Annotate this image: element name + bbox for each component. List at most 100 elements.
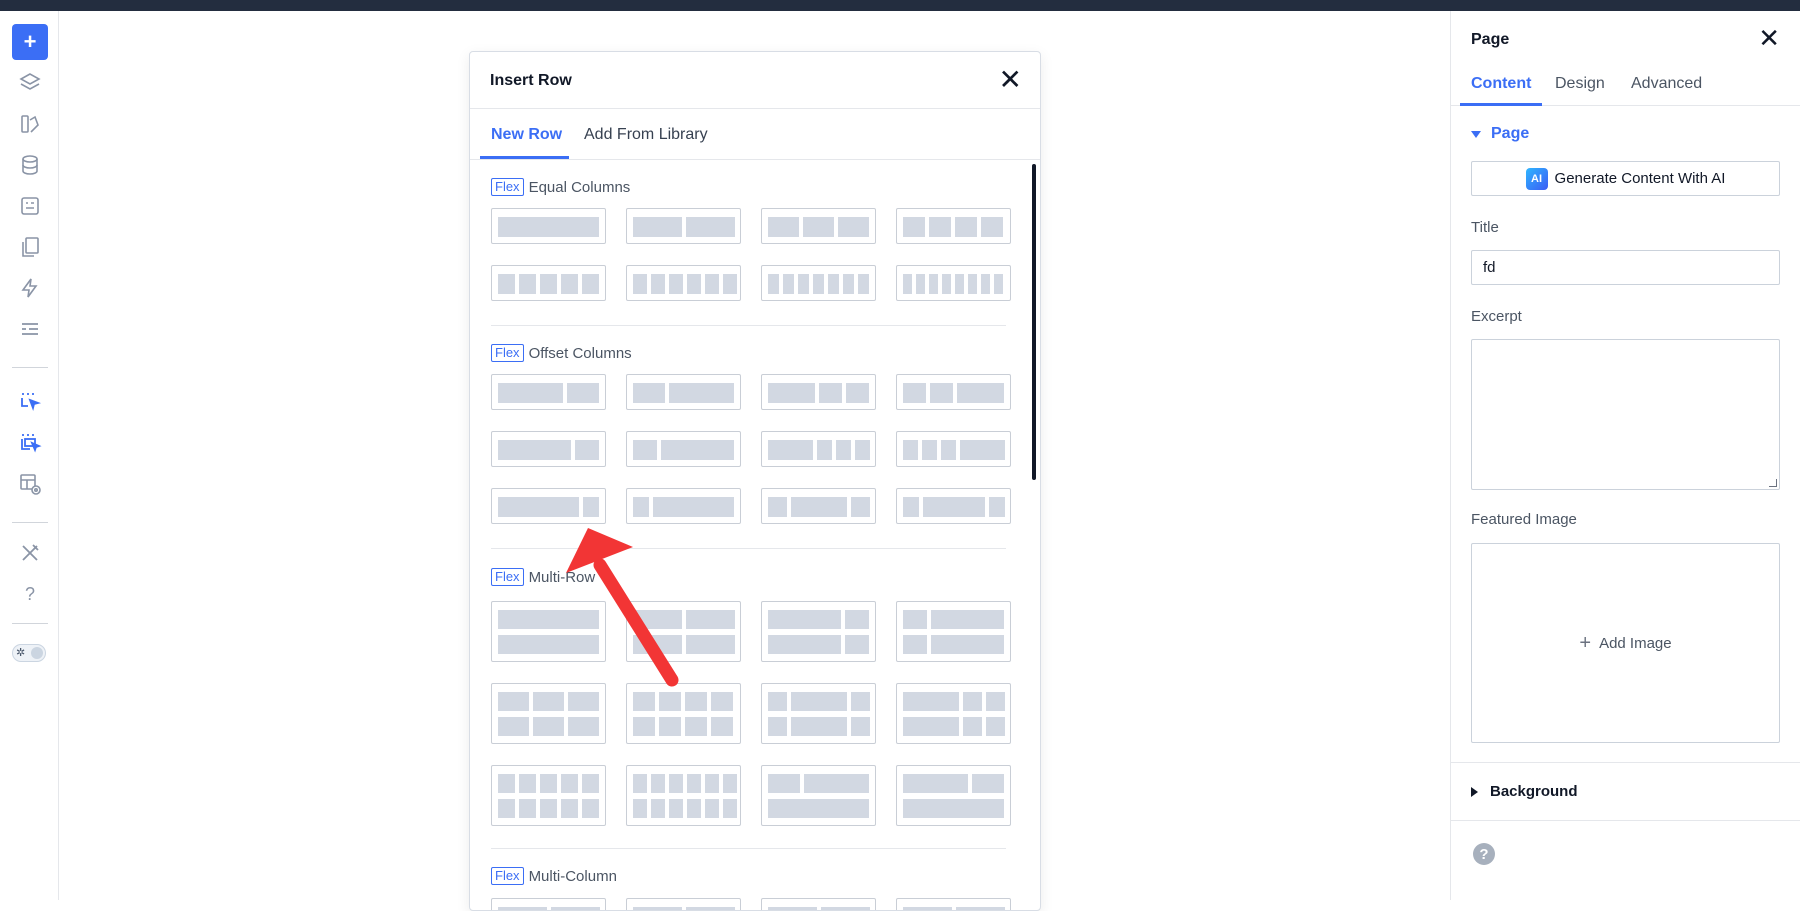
row-layout-option[interactable] [761,488,876,524]
row-layout-option[interactable] [896,601,1011,662]
column-placeholder [561,774,578,793]
column-placeholder [817,440,832,460]
tab-advanced[interactable]: Advanced [1631,75,1702,93]
column-placeholder [498,774,515,793]
column-placeholder [942,274,951,294]
resize-handle-icon[interactable] [1769,479,1777,487]
featured-image-label: Featured Image [1471,511,1577,528]
gear-icon: ✲ [16,647,26,659]
tab-new-row[interactable]: New Row [491,126,562,144]
flex-badge: Flex [491,568,524,586]
column-placeholder [687,799,701,818]
column-placeholder [582,799,599,818]
row-layout-option[interactable] [761,765,876,826]
row-layout-option[interactable] [626,265,741,301]
column-placeholder [768,635,841,654]
close-icon[interactable]: ✕ [1758,25,1780,51]
row-layout-option[interactable] [761,683,876,744]
panel-title: Page [1471,31,1510,48]
row-layout-option[interactable] [896,488,1011,524]
column-placeholder [955,217,977,237]
title-input[interactable] [1471,250,1780,285]
tab-add-from-library[interactable]: Add From Library [584,126,708,144]
column-placeholder [561,799,578,818]
row-layout-option[interactable] [896,374,1011,410]
row-layout-option[interactable] [626,431,741,467]
panel-tabs: Content Design Advanced [1451,65,1800,106]
row-layout-option[interactable] [491,765,606,826]
column-placeholder [498,692,529,711]
row-layout-option[interactable] [491,488,606,524]
section-background-label: Background [1490,783,1578,800]
toolbar-divider [12,367,48,368]
column-placeholder [843,274,854,294]
tools-icon[interactable] [12,535,48,571]
row-layout-option[interactable] [896,765,1011,826]
flex-badge: Flex [491,867,524,885]
column-placeholder [929,217,951,237]
tab-content[interactable]: Content [1471,75,1531,93]
row-layout-option[interactable] [626,374,741,410]
section-page-toggle[interactable]: Page [1471,125,1529,143]
form-icon[interactable] [12,188,48,224]
pages-icon[interactable] [12,229,48,265]
row-layout-option[interactable] [491,374,606,410]
generate-content-ai-button[interactable]: AI Generate Content With AI [1471,161,1780,196]
column-placeholder [768,274,779,294]
template-preview-icon[interactable] [12,466,48,502]
scrollbar[interactable] [1032,164,1036,480]
row-layout-option[interactable] [491,683,606,744]
layers-icon[interactable] [12,65,48,101]
section-background-toggle[interactable]: Background [1471,783,1578,800]
row-layout-option[interactable] [626,488,741,524]
help-icon[interactable]: ? [12,576,48,612]
row-layout-option[interactable] [626,601,741,662]
tab-design[interactable]: Design [1555,75,1605,93]
row-layout-option[interactable] [626,208,741,244]
column-placeholder [567,383,599,403]
row-layout-option[interactable] [491,431,606,467]
excerpt-textarea[interactable] [1471,339,1780,490]
row-layout-option[interactable] [761,374,876,410]
column-placeholder [498,635,599,654]
row-layout-option[interactable] [491,601,606,662]
theme-toggle[interactable]: ✲ [12,644,46,662]
select-region-icon[interactable] [12,425,48,461]
column-placeholder [956,907,1005,910]
row-layout-option[interactable] [896,683,1011,744]
row-layout-option[interactable] [626,765,741,826]
row-layout-option[interactable] [491,265,606,301]
database-icon[interactable] [12,147,48,183]
list-icon[interactable] [12,311,48,347]
column-placeholder [903,610,927,629]
modules-icon[interactable] [12,106,48,142]
row-layout-option[interactable] [896,431,1011,467]
column-placeholder [498,799,515,818]
column-placeholder [669,383,734,403]
row-layout-option[interactable] [761,601,876,662]
help-icon[interactable]: ? [1473,843,1495,865]
add-image-dropzone[interactable]: + Add Image [1471,543,1780,743]
section-page-label: Page [1491,125,1530,142]
select-cursor-icon[interactable] [12,384,48,420]
column-placeholder [791,497,847,517]
close-icon[interactable]: ✕ [999,66,1022,94]
page-settings-panel: Page ✕ Content Design Advanced Page AI G… [1450,11,1800,900]
column-placeholder [851,717,870,736]
row-layout-option[interactable] [491,208,606,244]
row-layout-option[interactable] [761,265,876,301]
row-layout-option[interactable] [896,265,1011,301]
column-placeholder [828,274,839,294]
column-placeholder [723,799,737,818]
column-placeholder [540,274,557,294]
top-bar [0,0,1800,11]
row-layout-option[interactable] [761,208,876,244]
column-placeholder [653,497,734,517]
row-layout-option[interactable] [896,208,1011,244]
add-button[interactable]: + [12,24,48,60]
row-layout-option[interactable] [626,683,741,744]
row-layout-option[interactable] [761,431,876,467]
column-placeholder [582,274,599,294]
column-placeholder [498,440,571,460]
lightning-icon[interactable] [12,270,48,306]
